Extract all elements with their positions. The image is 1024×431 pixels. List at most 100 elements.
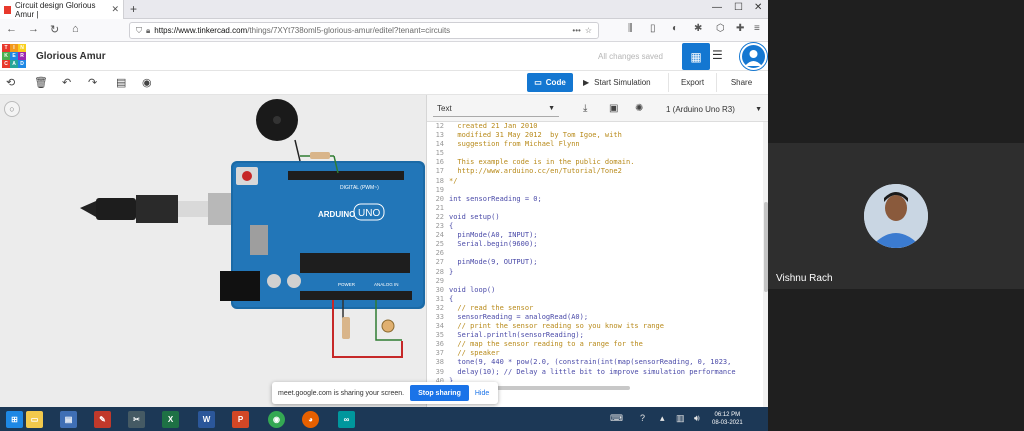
circuit-canvas[interactable]: ○ DIGITAL (PWM~) ARDUINO UNO POWER ANALO… bbox=[0, 95, 426, 407]
schematic-list-icon[interactable]: ☰ bbox=[712, 48, 723, 62]
code-line[interactable]: 18 */ bbox=[427, 177, 763, 186]
firefox-icon[interactable]: ◕ bbox=[302, 411, 319, 428]
piezo-buzzer[interactable] bbox=[256, 99, 301, 162]
debugger-bug-icon[interactable]: ✺ bbox=[635, 103, 643, 114]
code-line[interactable]: 28} bbox=[427, 268, 763, 277]
photoresistor[interactable] bbox=[381, 319, 395, 333]
code-line[interactable]: 20 int sensorReading = 0; bbox=[427, 195, 763, 204]
code-line[interactable]: 38 tone(9, 440 * pow(2.0, (constrain(int… bbox=[427, 358, 763, 367]
tinkercad-logo[interactable]: TINKERCAD bbox=[2, 44, 26, 68]
code-line[interactable]: 25 Serial.begin(9600); bbox=[427, 240, 763, 249]
network-icon[interactable]: ▥ bbox=[676, 413, 685, 424]
paint-icon[interactable]: ✎ bbox=[94, 411, 111, 428]
page-actions-icon[interactable]: ••• bbox=[572, 26, 580, 35]
download-icon[interactable]: ⤓ bbox=[583, 103, 587, 114]
notepad-icon[interactable]: ▤ bbox=[60, 411, 77, 428]
code-line[interactable]: 21 bbox=[427, 204, 763, 213]
maximize-icon[interactable]: ☐ bbox=[734, 2, 743, 13]
arduino-uno-board[interactable]: DIGITAL (PWM~) ARDUINO UNO POWER ANALOG … bbox=[220, 161, 425, 309]
code-line[interactable]: 12 created 21 Jan 2010 bbox=[427, 122, 763, 131]
export-button[interactable]: Export bbox=[668, 73, 716, 92]
addon-icon[interactable]: ⬡ bbox=[716, 23, 725, 34]
line-number: 36 bbox=[435, 340, 444, 349]
code-line[interactable]: 32 // read the sensor bbox=[427, 304, 763, 313]
code-line[interactable]: 24 pinMode(A0, INPUT); bbox=[427, 231, 763, 240]
code-line[interactable]: 15 bbox=[427, 149, 763, 158]
library-upload-icon[interactable]: ▣ bbox=[609, 103, 618, 114]
home-icon[interactable]: ⌂ bbox=[72, 23, 79, 35]
chrome-icon[interactable]: ◉ bbox=[268, 411, 285, 428]
code-line[interactable]: 27 pinMode(9, OUTPUT); bbox=[427, 258, 763, 267]
code-line[interactable]: 37 // speaker bbox=[427, 349, 763, 358]
user-avatar[interactable] bbox=[740, 43, 767, 70]
forward-icon[interactable]: → bbox=[28, 23, 39, 35]
file-explorer-icon[interactable]: ▭ bbox=[26, 411, 43, 428]
sensor-resistor[interactable] bbox=[342, 317, 350, 339]
code-line[interactable]: 17 http://www.arduino.cc/en/Tutorial/Ton… bbox=[427, 167, 763, 176]
back-icon[interactable]: ← bbox=[6, 23, 17, 35]
excel-icon[interactable]: X bbox=[162, 411, 179, 428]
browser-menu-icon[interactable]: ≡ bbox=[754, 23, 760, 34]
usb-cable[interactable] bbox=[80, 193, 248, 225]
line-number: 18 bbox=[435, 176, 444, 185]
code-line[interactable]: 35 Serial.println(sensorReading); bbox=[427, 331, 763, 340]
notes-icon[interactable]: ▤ bbox=[116, 76, 126, 89]
reload-icon[interactable]: ↻ bbox=[50, 23, 59, 36]
url-bar[interactable]: ⛉ 🔒︎ https://www.tinkercad.com/things/7X… bbox=[129, 22, 599, 39]
hide-button[interactable]: Hide bbox=[475, 390, 489, 397]
participant-tile[interactable]: Vishnu Rach bbox=[768, 143, 1024, 289]
code-editor[interactable]: 12 created 21 Jan 2010 13 modified 31 May… bbox=[427, 122, 763, 407]
digital-header[interactable] bbox=[288, 171, 404, 180]
delete-icon[interactable]: 🗑︎ bbox=[34, 76, 48, 89]
share-button[interactable]: Share bbox=[716, 73, 766, 92]
visibility-eye-icon[interactable]: ◉ bbox=[142, 76, 152, 89]
help-icon[interactable]: ? bbox=[640, 413, 645, 423]
line-text: // speaker bbox=[449, 349, 500, 358]
new-tab-icon[interactable]: + bbox=[130, 2, 137, 16]
code-line[interactable]: 22 void setup() bbox=[427, 213, 763, 222]
start-simulation-button[interactable]: ▶ Start Simulation bbox=[583, 73, 651, 92]
code-line[interactable]: 23 { bbox=[427, 222, 763, 231]
redo-icon[interactable]: ↷ bbox=[88, 76, 97, 89]
circuit-view-button[interactable]: ▦ bbox=[682, 43, 710, 70]
rotate-icon[interactable]: ⟲ bbox=[6, 76, 15, 89]
show-hidden-icons-icon[interactable]: ▴ bbox=[660, 413, 665, 424]
code-line[interactable]: 39 delay(10); // Delay a little bit to i… bbox=[427, 368, 763, 377]
code-line[interactable]: 26 bbox=[427, 249, 763, 258]
close-window-icon[interactable]: ✕ bbox=[754, 2, 762, 13]
sidebar-icon[interactable]: ▯ bbox=[650, 23, 656, 34]
powerpoint-icon[interactable]: P bbox=[232, 411, 249, 428]
snipping-tool-icon[interactable]: ✂ bbox=[128, 411, 145, 428]
taskbar-clock[interactable]: 06:12 PM 08-03-2021 bbox=[712, 411, 743, 427]
code-line[interactable]: 19 bbox=[427, 186, 763, 195]
extensions-puzzle-icon[interactable]: ✚ bbox=[736, 23, 744, 34]
code-line[interactable]: 31 { bbox=[427, 295, 763, 304]
code-line[interactable]: 16 This example code is in the public do… bbox=[427, 158, 763, 167]
volume-icon[interactable]: 🔊︎ bbox=[694, 413, 700, 424]
code-line[interactable]: 30 void loop() bbox=[427, 286, 763, 295]
board-select[interactable]: 1 (Arduino Uno R3) ▼ bbox=[662, 101, 762, 117]
code-line[interactable]: 13 modified 31 May 2012 by Tom Igoe, wit… bbox=[427, 131, 763, 140]
code-line[interactable]: 14 suggestion from Michael Flynn bbox=[427, 140, 763, 149]
library-icon[interactable]: ⫼ bbox=[628, 23, 633, 34]
code-mode-select[interactable]: Text ▼ bbox=[433, 101, 559, 117]
stop-sharing-button[interactable]: Stop sharing bbox=[410, 385, 469, 401]
code-line[interactable]: 36 // map the sensor reading to a range … bbox=[427, 340, 763, 349]
undo-icon[interactable]: ↶ bbox=[62, 76, 71, 89]
code-button[interactable]: ▭ Code bbox=[527, 73, 573, 92]
word-icon[interactable]: W bbox=[198, 411, 215, 428]
code-line[interactable]: 34 // print the sensor reading so you kn… bbox=[427, 322, 763, 331]
extension-icon[interactable]: ✱ bbox=[694, 23, 702, 34]
close-tab-icon[interactable]: ✕ bbox=[111, 4, 119, 15]
keyboard-icon[interactable]: ⌨ bbox=[610, 413, 623, 424]
start-windows-icon[interactable]: ⊞ bbox=[6, 411, 23, 428]
code-line[interactable]: 29 bbox=[427, 277, 763, 286]
code-line[interactable]: 33 sensorReading = analogRead(A0); bbox=[427, 313, 763, 322]
pocket-icon[interactable]: ◐ bbox=[672, 23, 678, 34]
arduino-ide-icon[interactable]: ∞ bbox=[338, 411, 355, 428]
minimize-icon[interactable]: — bbox=[712, 2, 722, 13]
design-title[interactable]: Glorious Amur bbox=[36, 51, 106, 62]
bookmark-star-icon[interactable]: ☆ bbox=[585, 26, 592, 35]
browser-tab[interactable]: Circuit design Glorious Amur | ✕ bbox=[0, 0, 124, 19]
power-analog-header[interactable] bbox=[300, 291, 412, 300]
